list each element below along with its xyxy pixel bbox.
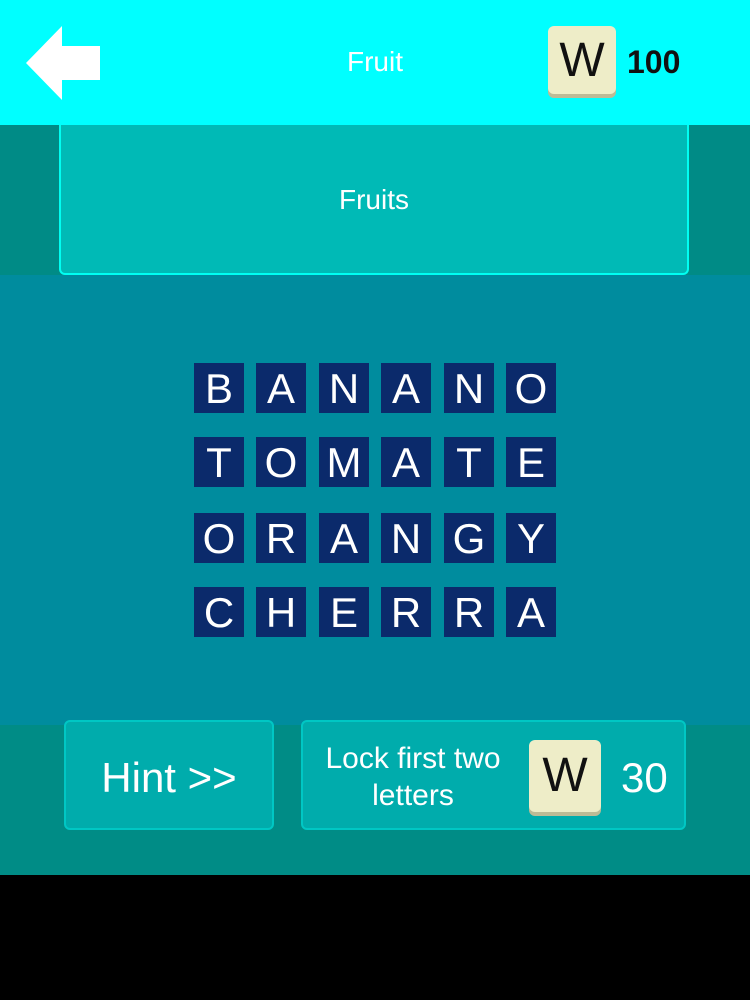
letter-tile[interactable]: A [319,513,369,563]
hint-label: Hint >> [101,754,237,801]
category-panel: Fruits [59,125,689,275]
letter-tile[interactable]: O [194,513,244,563]
letter-tile[interactable]: N [319,363,369,413]
letter-tile[interactable]: R [256,513,306,563]
lock-letters-button[interactable]: Lock first two letters W 30 [301,720,686,830]
lock-cost: 30 [621,754,668,801]
letter-tile[interactable]: A [256,363,306,413]
letter-tile[interactable]: M [319,437,369,487]
coin-tile-icon: W [548,26,616,94]
letter-tile[interactable]: N [381,513,431,563]
letter-tile[interactable]: A [381,363,431,413]
hint-button[interactable]: Hint >> [64,720,274,830]
letter-tile[interactable]: T [194,437,244,487]
letter-board: B A N A N O T O M A T E O R A N G Y C H … [0,275,750,725]
coin-count: 100 [627,44,681,80]
letter-tile[interactable]: G [444,513,494,563]
category-label: Fruits [339,184,409,215]
letter-tile[interactable]: O [256,437,306,487]
letter-tile[interactable]: T [444,437,494,487]
letter-tile[interactable]: E [319,587,369,637]
letter-tile[interactable]: B [194,363,244,413]
letter-tile[interactable]: C [194,587,244,637]
letter-tile[interactable]: Y [506,513,556,563]
letter-tile[interactable]: A [381,437,431,487]
letter-tile[interactable]: R [381,587,431,637]
letter-tile[interactable]: O [506,363,556,413]
letter-tile[interactable]: R [444,587,494,637]
coin-tile-icon: W [529,740,601,812]
letter-tile[interactable]: H [256,587,306,637]
letter-tile[interactable]: A [506,587,556,637]
lock-label: Lock first two letters [325,742,501,812]
letter-tile[interactable]: N [444,363,494,413]
letter-tile[interactable]: E [506,437,556,487]
